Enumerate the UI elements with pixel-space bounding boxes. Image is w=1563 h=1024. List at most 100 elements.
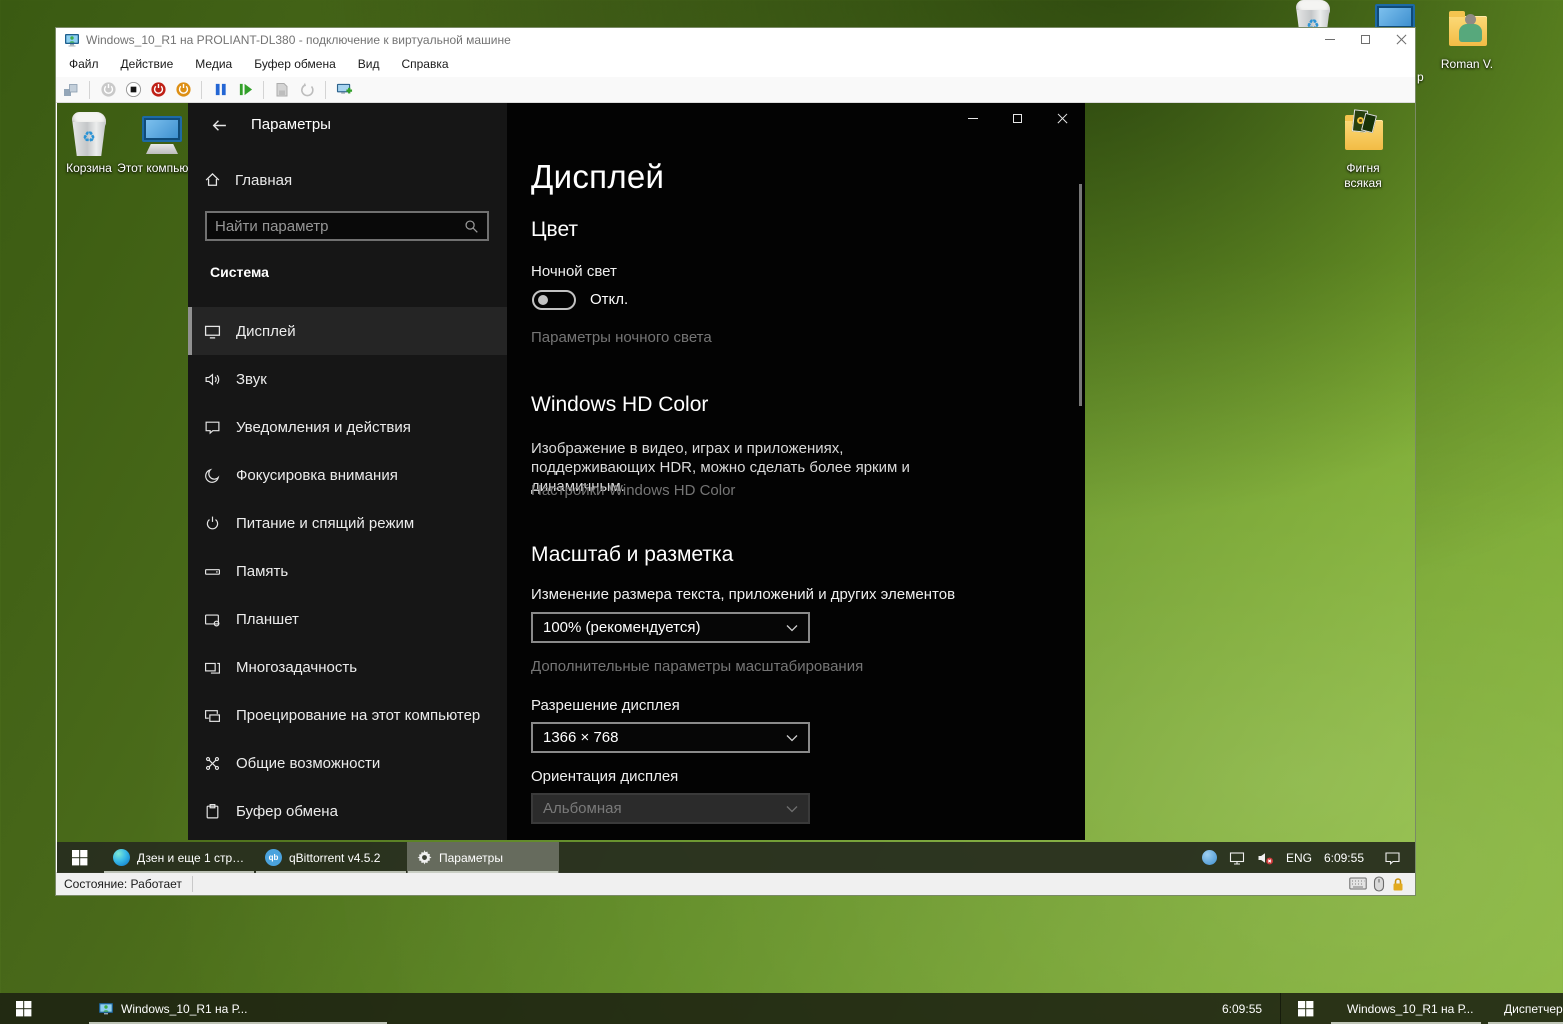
host-taskbar-item-taskmanager[interactable]: Диспетчер: [1487, 993, 1563, 1024]
hdr-settings-link[interactable]: Настройки Windows HD Color: [531, 482, 735, 499]
menu-media[interactable]: Медиа: [195, 57, 232, 71]
revert-icon: [298, 81, 316, 99]
back-button[interactable]: [204, 112, 234, 138]
windows-logo-icon: [72, 850, 88, 866]
settings-maximize-button[interactable]: [995, 103, 1040, 133]
vm-status-text: Состояние: Работает: [64, 877, 182, 891]
night-light-label: Ночной свет: [531, 263, 617, 280]
settings-search-box[interactable]: [205, 211, 489, 241]
settings-nav: Дисплей Звук Уведомления и действия Фоку…: [188, 307, 507, 835]
settings-close-button[interactable]: [1040, 103, 1085, 133]
settings-app-title: Параметры: [251, 116, 331, 133]
settings-window: Параметры Главная Система Дисплей: [188, 103, 1085, 840]
hdr-section-title: Windows HD Color: [531, 393, 708, 417]
vm-clock[interactable]: 6:09:55: [1324, 851, 1364, 865]
vm-start-button[interactable]: [57, 842, 103, 873]
vm-toolbar: [56, 77, 1415, 103]
keyboard-icon: [1349, 877, 1367, 891]
settings-sidebar: Параметры Главная Система Дисплей: [188, 103, 507, 840]
search-icon[interactable]: [464, 219, 479, 234]
storage-icon: [204, 563, 221, 580]
resolution-dropdown[interactable]: 1366 × 768: [531, 722, 810, 753]
stuff-folder-label: Фигня всякая: [1328, 161, 1398, 191]
vm-connection-window: Windows_10_R1 на PROLIANT-DL380 - подклю…: [55, 27, 1416, 896]
resume-icon[interactable]: [236, 81, 254, 99]
language-indicator[interactable]: ENG: [1286, 851, 1312, 865]
host-clock[interactable]: 6:09:55: [1222, 993, 1262, 1024]
stop-icon[interactable]: [124, 81, 142, 99]
settings-main-pane: Дисплей Цвет Ночной свет Откл. Параметры…: [507, 103, 1085, 840]
sidebar-item-tablet[interactable]: Планшет: [188, 595, 507, 643]
host-user-folder-icon[interactable]: Roman V.: [1422, 8, 1512, 72]
gear-icon: [417, 850, 432, 865]
page-title: Дисплей: [531, 158, 664, 196]
vm-system-tray: ENG 6:09:55: [1202, 842, 1415, 873]
power-gray-icon: [99, 81, 117, 99]
sidebar-item-power-sleep[interactable]: Питание и спящий режим: [188, 499, 507, 547]
power-icon: [204, 515, 221, 532]
scale-section-title: Масштаб и разметка: [531, 543, 733, 567]
turn-off-red-icon[interactable]: [149, 81, 167, 99]
window-close-button[interactable]: [1396, 34, 1407, 45]
qbittorrent-tray-icon[interactable]: [1202, 850, 1217, 865]
vm-taskbar-item-qbittorrent[interactable]: qb qBittorrent v4.5.2: [255, 842, 407, 873]
shutdown-orange-icon[interactable]: [174, 81, 192, 99]
host-taskbar-item-vmconnect-2[interactable]: Windows_10_R1 на Р...: [1330, 993, 1482, 1024]
switch-user-icon[interactable]: [62, 81, 80, 99]
window-minimize-button[interactable]: [1325, 39, 1335, 40]
settings-minimize-button[interactable]: [950, 103, 995, 133]
moon-icon: [204, 467, 221, 484]
sidebar-item-sound[interactable]: Звук: [188, 355, 507, 403]
volume-muted-icon[interactable]: [1257, 850, 1274, 866]
hidden-icon-label-fragment: p: [1417, 70, 1424, 84]
sidebar-item-storage[interactable]: Память: [188, 547, 507, 595]
sidebar-item-notifications[interactable]: Уведомления и действия: [188, 403, 507, 451]
save-state-icon: [273, 81, 291, 99]
projecting-icon: [204, 707, 221, 724]
vm-window-titlebar[interactable]: Windows_10_R1 на PROLIANT-DL380 - подклю…: [56, 28, 1415, 51]
vm-status-bar: Состояние: Работает: [56, 872, 1415, 895]
windows-logo-icon: [1298, 1001, 1314, 1017]
night-light-state: Откл.: [590, 291, 628, 308]
resolution-label: Разрешение дисплея: [531, 697, 680, 714]
sidebar-item-clipboard[interactable]: Буфер обмена: [188, 787, 507, 835]
action-center-icon[interactable]: [1384, 850, 1401, 866]
sidebar-item-home[interactable]: Главная: [188, 165, 507, 195]
host-taskbar-item-vmconnect[interactable]: Windows_10_R1 на Р...: [88, 993, 388, 1024]
night-light-settings-link[interactable]: Параметры ночного света: [531, 329, 712, 346]
chevron-down-icon: [786, 805, 798, 813]
menu-view[interactable]: Вид: [358, 57, 380, 71]
this-pc-icon: [138, 112, 186, 158]
shared-experiences-icon: [204, 755, 221, 772]
orientation-dropdown: Альбомная: [531, 793, 810, 824]
advanced-scaling-link[interactable]: Дополнительные параметры масштабирования: [531, 658, 863, 675]
vm-menubar: Файл Действие Медиа Буфер обмена Вид Спр…: [56, 51, 1415, 77]
checkpoint-icon[interactable]: [335, 81, 353, 99]
settings-search-input[interactable]: [207, 218, 464, 235]
sidebar-item-multitasking[interactable]: Многозадачность: [188, 643, 507, 691]
sidebar-item-focus-assist[interactable]: Фокусировка внимания: [188, 451, 507, 499]
sidebar-item-shared-experiences[interactable]: Общие возможности: [188, 739, 507, 787]
vm-taskbar-item-settings[interactable]: Параметры: [407, 842, 559, 873]
vm-taskbar-item-edge[interactable]: Дзен и еще 1 страни...: [103, 842, 255, 873]
edge-icon: [113, 849, 130, 866]
menu-clipboard[interactable]: Буфер обмена: [254, 57, 336, 71]
settings-scrollbar[interactable]: [1079, 184, 1082, 406]
night-light-toggle[interactable]: [532, 290, 576, 310]
lock-icon: [1391, 877, 1405, 892]
menu-file[interactable]: Файл: [69, 57, 99, 71]
host-start-button[interactable]: [0, 993, 48, 1024]
menu-help[interactable]: Справка: [401, 57, 448, 71]
sidebar-item-projecting[interactable]: Проецирование на этот компьютер: [188, 691, 507, 739]
pause-icon[interactable]: [211, 81, 229, 99]
menu-action[interactable]: Действие: [121, 57, 174, 71]
network-icon[interactable]: [1229, 850, 1245, 866]
host-start-button-2[interactable]: [1285, 993, 1327, 1024]
scale-dropdown[interactable]: 100% (рекомендуется): [531, 612, 810, 643]
vm-stuff-folder-icon[interactable]: Фигня всякая: [1318, 112, 1408, 191]
host-taskbar: Windows_10_R1 на Р... 6:09:55 Windows_10…: [0, 993, 1563, 1024]
notifications-icon: [204, 419, 221, 436]
multitasking-icon: [204, 659, 221, 676]
sidebar-item-display[interactable]: Дисплей: [188, 307, 507, 355]
window-maximize-button[interactable]: [1361, 35, 1370, 44]
